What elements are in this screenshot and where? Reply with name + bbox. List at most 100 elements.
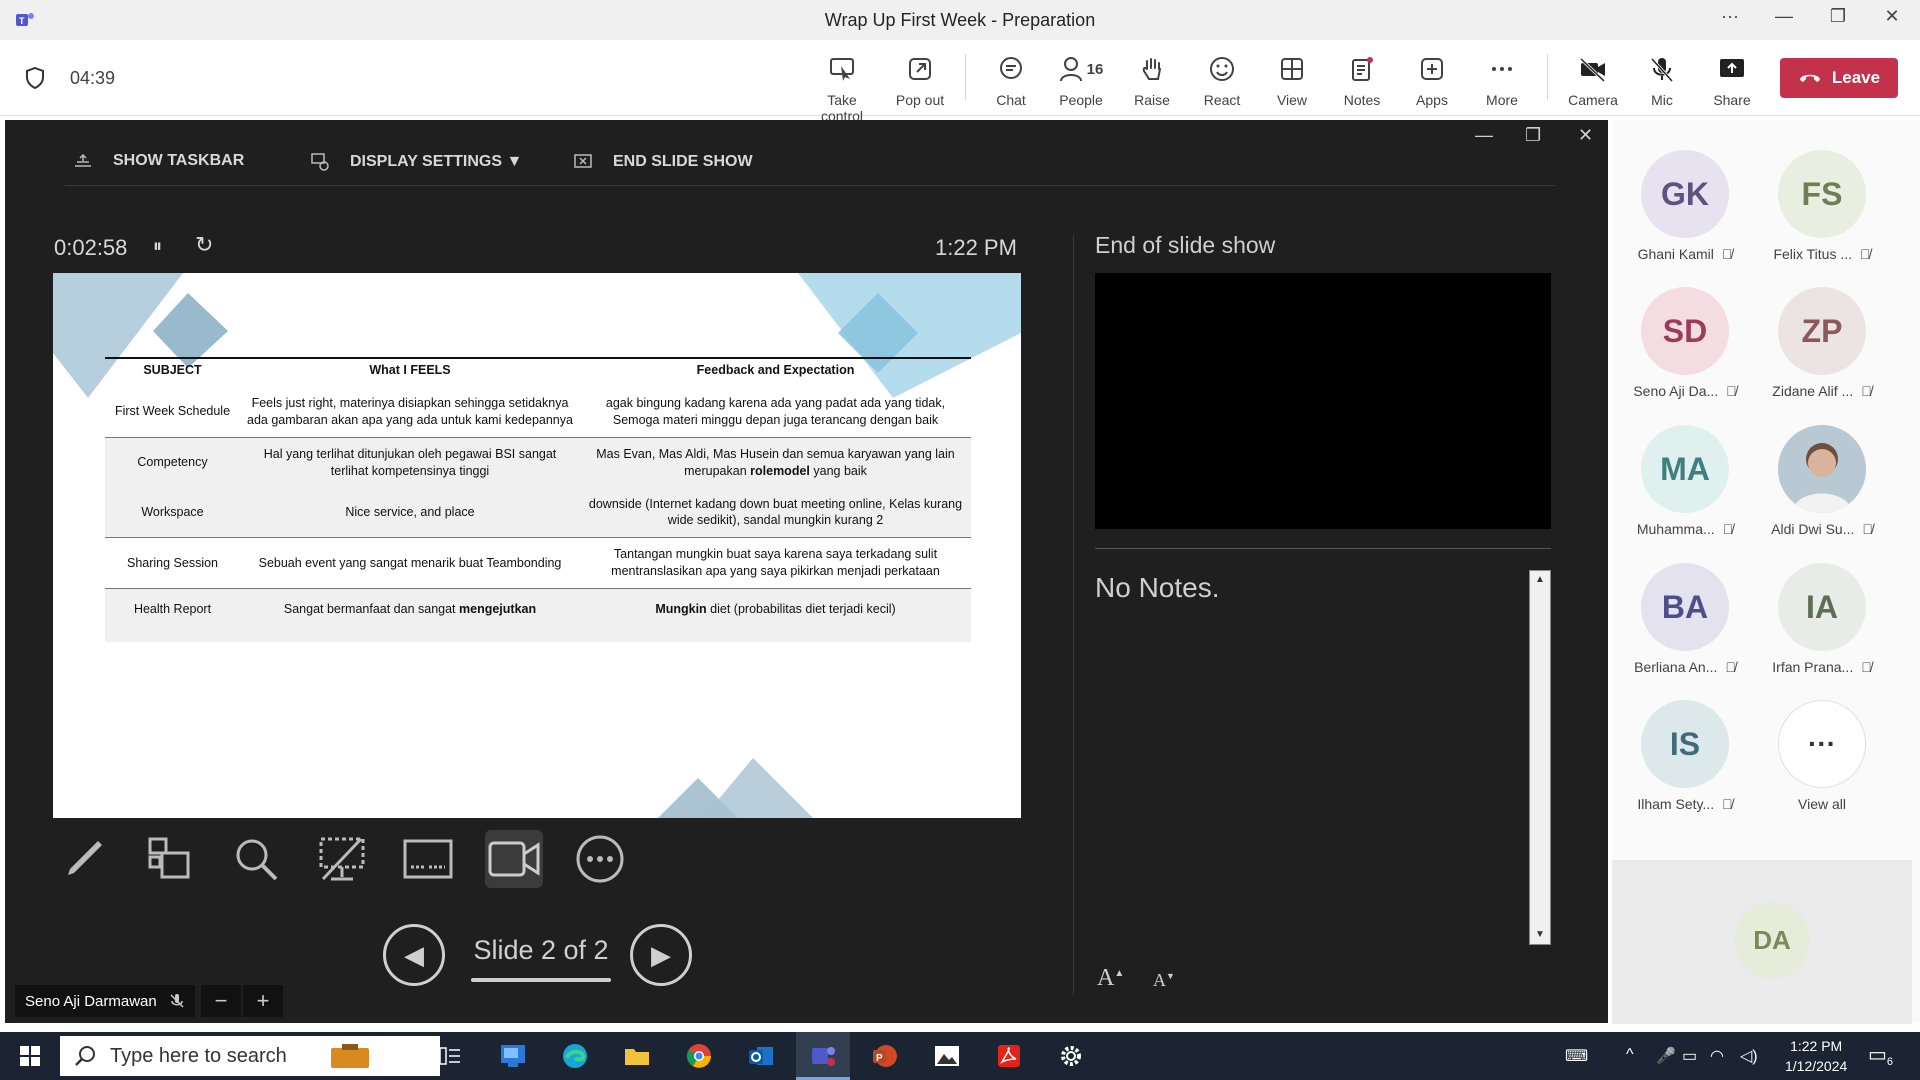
notes-button[interactable]: Notes — [1327, 52, 1397, 108]
start-button[interactable] — [3, 1032, 57, 1080]
zoom-out-button[interactable]: − — [201, 985, 241, 1017]
taskbar-app-chrome[interactable] — [672, 1032, 726, 1080]
restore-button[interactable]: ❐ — [1818, 6, 1858, 27]
zoom-in-button[interactable]: + — [243, 985, 283, 1017]
leave-button[interactable]: Leave — [1780, 58, 1898, 98]
taskbar-app-settings[interactable] — [1044, 1032, 1098, 1080]
chat-button[interactable]: Chat — [976, 52, 1046, 108]
next-slide-button[interactable]: ▶ — [630, 924, 692, 986]
mic-muted-icon: 🎙̸ — [1726, 383, 1737, 399]
taskbar-app-acrobat[interactable] — [982, 1032, 1036, 1080]
keyboard-icon[interactable]: ⌨ — [1565, 1046, 1588, 1066]
table-row: Workspace Nice service, and place downsi… — [105, 487, 971, 539]
pen-tool-button[interactable] — [55, 830, 113, 888]
pop-out-button[interactable]: Pop out — [885, 52, 955, 108]
next-slide-preview[interactable] — [1095, 273, 1551, 529]
participant-name: Muhamma... — [1636, 521, 1715, 537]
view-button[interactable]: View — [1257, 52, 1327, 108]
acrobat-icon — [998, 1045, 1020, 1067]
people-label: People — [1059, 92, 1103, 108]
chat-icon — [1000, 57, 1022, 79]
share-label: Share — [1713, 92, 1751, 108]
notes-scrollbar[interactable]: ▲ ▼ — [1529, 570, 1551, 945]
participant-tile[interactable]: IS Ilham Sety... 🎙̸ — [1615, 700, 1755, 812]
left-arrow-icon: ◀ — [404, 939, 424, 970]
camera-button[interactable]: Camera — [1558, 52, 1628, 108]
font-up-label: A — [1097, 965, 1115, 991]
next-slide-label: End of slide show — [1095, 232, 1276, 258]
show-taskbar-button[interactable]: SHOW TASKBAR — [73, 152, 244, 170]
desktop-app-icon — [501, 1045, 525, 1067]
apps-label: Apps — [1416, 92, 1448, 108]
show-hidden-icons[interactable]: ^ — [1626, 1046, 1634, 1064]
task-view-button[interactable] — [423, 1032, 477, 1080]
people-button[interactable]: 16 People — [1046, 52, 1116, 108]
minimize-button[interactable]: — — [1764, 6, 1804, 27]
taskbar-app-edge[interactable] — [548, 1032, 602, 1080]
wifi-icon[interactable]: ◠ — [1710, 1046, 1724, 1066]
search-icon — [75, 1046, 95, 1066]
participant-tile[interactable]: Aldi Dwi Su... 🎙̸ — [1752, 425, 1892, 537]
scroll-up-icon[interactable]: ▲ — [1530, 571, 1550, 589]
take-control-icon — [830, 58, 854, 81]
react-button[interactable]: React — [1187, 52, 1257, 108]
more-options-icon[interactable]: ··· — [1710, 6, 1750, 27]
taskbar-app-photos[interactable] — [920, 1032, 974, 1080]
view-all-participants-button[interactable]: ··· View all — [1752, 700, 1892, 812]
stage-close-icon[interactable]: ✕ — [1578, 125, 1593, 146]
black-screen-button[interactable] — [313, 830, 371, 888]
window-title: Wrap Up First Week - Preparation — [824, 10, 1096, 30]
participant-tile[interactable]: ZP Zidane Alif ... 🎙̸ — [1752, 287, 1892, 399]
taskbar-app-powerpoint[interactable]: P — [858, 1032, 912, 1080]
apps-plus-icon — [1421, 58, 1443, 80]
people-icon — [1059, 57, 1082, 82]
volume-icon[interactable]: ◁) — [1740, 1046, 1758, 1066]
slide-counter[interactable]: Slide 2 of 2 — [471, 935, 611, 966]
pause-icon[interactable]: ⏸ — [153, 236, 162, 257]
system-clock[interactable]: 1:22 PM 1/12/2024 — [1785, 1036, 1847, 1076]
participant-tile[interactable]: MA Muhamma... 🎙̸ — [1615, 425, 1755, 537]
zoom-slide-button[interactable] — [227, 830, 285, 888]
tray-mic-icon[interactable]: 🎤 — [1656, 1046, 1676, 1066]
camera-toggle-button[interactable] — [485, 830, 543, 888]
participant-tile[interactable]: IA Irfan Prana... 🎙̸ — [1752, 563, 1892, 675]
scroll-down-icon[interactable]: ▼ — [1530, 926, 1550, 944]
previous-slide-button[interactable]: ◀ — [383, 924, 445, 986]
stage-restore-icon[interactable]: ❐ — [1525, 125, 1541, 146]
current-time: 1:22 PM — [935, 235, 1017, 260]
stage-minimize-icon[interactable]: — — [1475, 125, 1493, 146]
taskbar-app-file-explorer[interactable] — [610, 1032, 664, 1080]
self-view-tile[interactable]: DA — [1612, 860, 1912, 1024]
taskbar-app-teams[interactable] — [796, 1032, 850, 1080]
table-cell: Nice service, and place — [240, 487, 580, 539]
pane-divider[interactable] — [1073, 235, 1074, 995]
share-button[interactable]: Share — [1697, 52, 1767, 108]
taskbar-app-bluebox[interactable] — [486, 1032, 540, 1080]
display-settings-button[interactable]: DISPLAY SETTINGS ▼ — [310, 152, 522, 172]
take-control-button[interactable]: Take control — [807, 52, 877, 124]
taskbar-search[interactable]: Type here to search — [60, 1036, 440, 1076]
close-button[interactable]: ✕ — [1872, 6, 1912, 27]
participant-name: Ghani Kamil — [1637, 246, 1714, 262]
participant-tile[interactable]: GK Ghani Kamil 🎙̸ — [1615, 150, 1755, 262]
end-slide-show-button[interactable]: END SLIDE SHOW — [573, 152, 753, 172]
battery-icon[interactable]: ▭ — [1682, 1046, 1697, 1066]
mic-button[interactable]: Mic — [1627, 52, 1697, 108]
more-options-button[interactable] — [571, 830, 629, 888]
leave-label: Leave — [1831, 68, 1881, 87]
taskbar-app-outlook[interactable] — [734, 1032, 788, 1080]
shield-icon[interactable] — [24, 66, 46, 90]
see-all-slides-button[interactable] — [141, 830, 199, 888]
notifications-button[interactable]: ▭6 — [1868, 1042, 1893, 1068]
apps-button[interactable]: Apps — [1397, 52, 1467, 108]
increase-font-button[interactable]: A▲ — [1097, 965, 1124, 992]
more-button[interactable]: More — [1467, 52, 1537, 108]
participant-tile[interactable]: BA Berliana An... 🎙̸ — [1615, 563, 1755, 675]
folder-icon — [625, 1049, 649, 1065]
participant-tile[interactable]: FS Felix Titus ... 🎙̸ — [1752, 150, 1892, 262]
decrease-font-button[interactable]: A▼ — [1153, 970, 1175, 991]
subtitles-button[interactable] — [399, 830, 457, 888]
participant-tile[interactable]: SD Seno Aji Da... 🎙̸ — [1615, 287, 1755, 399]
raise-hand-button[interactable]: Raise — [1117, 52, 1187, 108]
reset-timer-icon[interactable]: ↻ — [195, 232, 213, 258]
